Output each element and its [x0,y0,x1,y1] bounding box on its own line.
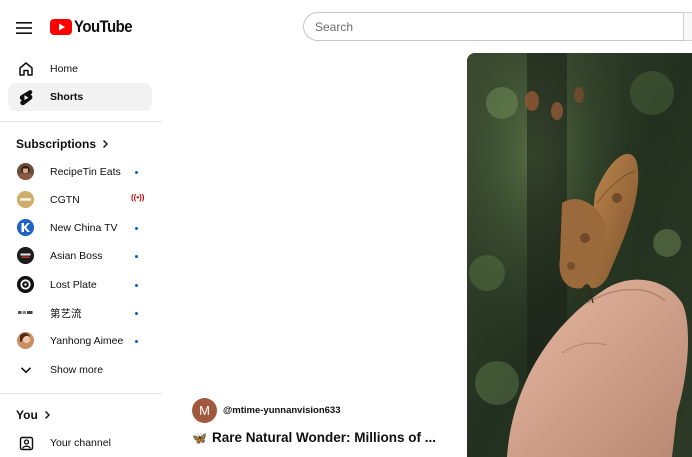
sidebar-item-label: Asian Boss [50,250,103,262]
show-more-label: Show more [50,364,104,376]
sidebar-item-cgtn[interactable]: CGTN ((•)) [8,186,152,214]
sidebar-item-label: RecipeTin Eats [50,166,121,178]
search-button[interactable] [683,12,692,41]
channel-avatar[interactable]: M [192,398,217,423]
sidebar-item-label: Shorts [50,91,84,103]
shorts-icon [17,88,35,106]
sidebar-item-label: New China TV [50,222,118,234]
subscriptions-header[interactable]: Subscriptions [16,137,110,151]
chevron-right-icon [103,140,109,148]
new-content-dot [135,227,138,230]
sidebar-item-diyiliu[interactable]: 第艺流 [8,299,152,327]
sidebar-item-new-china-tv[interactable]: New China TV [8,214,152,242]
subscriptions-title: Subscriptions [16,137,97,151]
live-icon: ((•)) [131,193,145,202]
chevron-right-icon [44,411,50,419]
video-frame [467,53,692,457]
home-icon [17,60,35,78]
sidebar-item-label: 第艺流 [50,307,82,320]
new-content-dot [135,312,138,315]
new-content-dot [135,340,138,343]
sidebar-item-your-channel[interactable]: Your channel [8,429,152,457]
sidebar-item-label: Yanhong Aimee [50,335,124,347]
short-title-text: Rare Natural Wonder: Millions of ... [211,430,436,445]
short-info: M @mtime-yunnanvision633 🦋 Rare Natural … [190,396,460,457]
avatar [17,219,34,236]
youtube-play-icon [50,19,72,35]
sidebar: Home Shorts Subscriptions RecipeTin Eats… [0,54,162,457]
divider [0,393,162,394]
divider [0,121,162,122]
channel-icon [17,434,35,452]
chevron-down-icon [17,361,35,379]
channel-handle[interactable]: @mtime-yunnanvision633 [223,405,341,416]
new-content-dot [135,171,138,174]
sidebar-item-label: Home [50,63,79,75]
sidebar-item-label: Your channel [50,437,111,449]
avatar [17,276,34,293]
logo-text: YouTube [74,17,133,36]
sidebar-item-asian-boss[interactable]: Asian Boss [8,242,152,270]
sidebar-item-home[interactable]: Home [8,55,152,83]
avatar [17,163,34,180]
top-bar: YouTube Search [0,0,692,54]
search-input[interactable]: Search [303,12,683,41]
sidebar-item-label: CGTN [50,194,80,206]
you-title: You [16,408,38,422]
menu-button[interactable] [10,14,38,42]
butterfly-icon: 🦋 [192,430,207,445]
sidebar-item-recipetin-eats[interactable]: RecipeTin Eats [8,158,152,186]
avatar [17,332,34,349]
avatar [17,247,34,264]
new-content-dot [135,284,138,287]
hamburger-icon [16,22,32,34]
sidebar-item-lost-plate[interactable]: Lost Plate [8,271,152,299]
you-header[interactable]: You [16,408,52,422]
sidebar-item-label: Lost Plate [50,279,97,291]
avatar [17,304,34,321]
short-title[interactable]: 🦋 Rare Natural Wonder: Millions of ... [192,430,436,445]
sidebar-item-yanhong-aimee[interactable]: Yanhong Aimee [8,327,152,355]
show-more-button[interactable]: Show more [8,356,152,384]
avatar [17,191,34,208]
short-video-player[interactable] [467,53,692,457]
sidebar-item-shorts[interactable]: Shorts [8,83,152,111]
youtube-logo[interactable]: YouTube [50,16,140,38]
search-placeholder: Search [315,19,354,34]
new-content-dot [135,255,138,258]
